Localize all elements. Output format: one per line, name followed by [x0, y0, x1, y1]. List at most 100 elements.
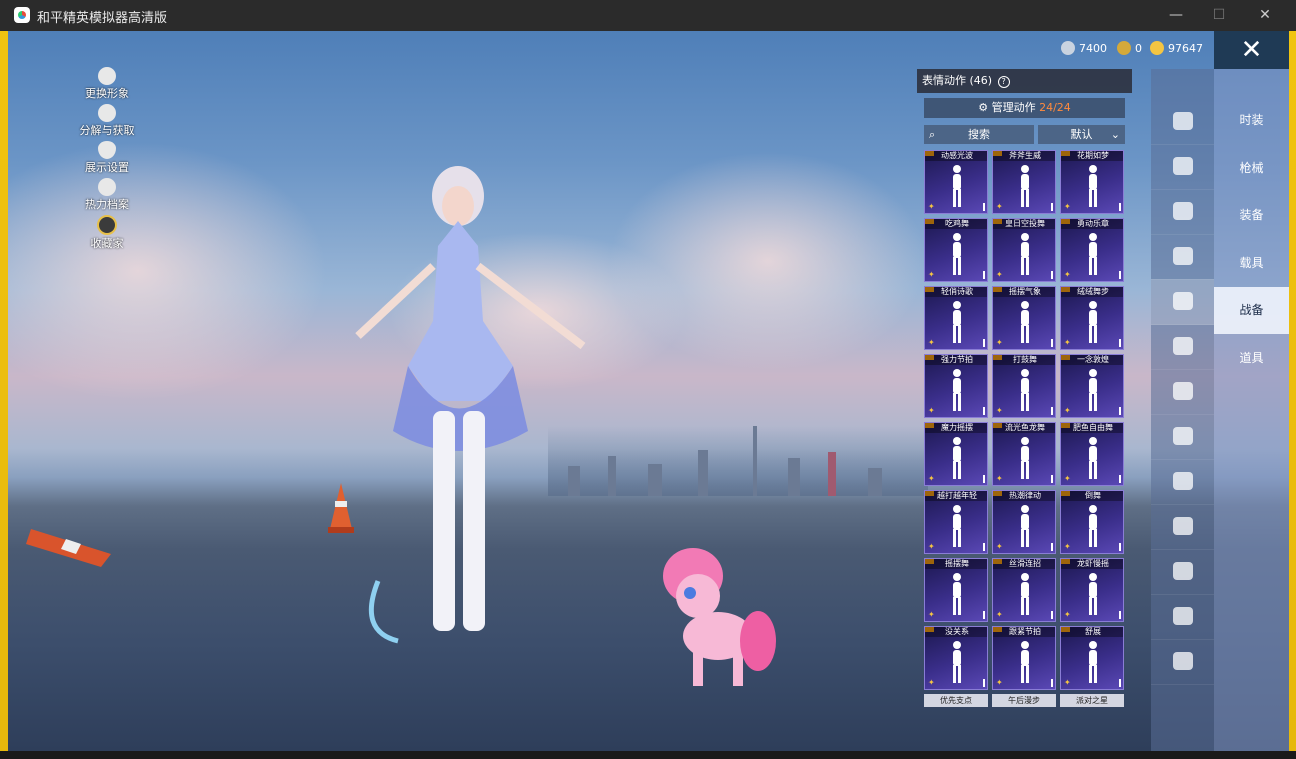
emote-card[interactable]: 倒舞 ✦	[1060, 490, 1124, 554]
heat-archive-button[interactable]: 热力档案	[68, 178, 146, 212]
emote-name: 流光鱼龙舞	[993, 423, 1055, 433]
emote-name: 吃鸡舞	[925, 219, 987, 229]
emote-bottom-label[interactable]: 优先支点	[924, 694, 988, 707]
emote-card[interactable]: 丝滑连招 ✦	[992, 558, 1056, 622]
rail-item[interactable]	[1151, 99, 1214, 145]
slot-indicator	[1119, 339, 1121, 347]
app-logo-icon	[14, 7, 30, 23]
rail-item[interactable]	[1151, 189, 1214, 235]
category-tab[interactable]: 枪械	[1214, 145, 1289, 192]
flame-icon	[98, 178, 116, 196]
slot-indicator	[1051, 271, 1053, 279]
close-panel-button[interactable]: ✕	[1214, 31, 1289, 69]
left-menu-label: 收藏家	[90, 237, 124, 250]
rail-item[interactable]	[1151, 144, 1214, 190]
emote-card[interactable]: 绒绒舞步 ✦	[1060, 286, 1124, 350]
emote-card[interactable]: 热潮律动 ✦	[992, 490, 1056, 554]
emote-card[interactable]: 龙虾慢摇 ✦	[1060, 558, 1124, 622]
plane-icon	[1173, 247, 1193, 265]
emote-name: 丝滑连招	[993, 559, 1055, 569]
maximize-button[interactable]: ☐	[1205, 4, 1233, 26]
panel-title: 表情动作 (46)	[922, 74, 993, 87]
slot-indicator	[1051, 203, 1053, 211]
minimize-button[interactable]: —	[1162, 4, 1190, 26]
emote-name: 斧斧生威	[993, 151, 1055, 161]
slot-indicator	[1051, 475, 1053, 483]
category-tab[interactable]: 道具	[1214, 335, 1289, 382]
star-icon: ✦	[996, 678, 1003, 687]
rail-item[interactable]	[1151, 414, 1214, 460]
emote-card[interactable]: 斧斧生威 ✦	[992, 150, 1056, 214]
slot-indicator	[983, 203, 985, 211]
slot-indicator	[983, 271, 985, 279]
dancer-silhouette-icon	[953, 437, 961, 479]
rail-item[interactable]	[1151, 279, 1214, 325]
display-settings-button[interactable]: 展示设置	[68, 141, 146, 175]
emote-card[interactable]: 轻俏诗歌 ✦	[924, 286, 988, 350]
collector-badge-icon	[97, 215, 117, 235]
emote-card[interactable]: 摇摆气象 ✦	[992, 286, 1056, 350]
category-tab[interactable]: 载具	[1214, 240, 1289, 287]
emote-card[interactable]: 跟紧节拍 ✦	[992, 626, 1056, 690]
emote-card[interactable]: 流光鱼龙舞 ✦	[992, 422, 1056, 486]
change-avatar-button[interactable]: 更换形象	[68, 67, 146, 101]
slot-indicator	[1119, 475, 1121, 483]
emote-card[interactable]: 打鼓舞 ✦	[992, 354, 1056, 418]
help-icon[interactable]: ?	[997, 76, 1010, 88]
slot-indicator	[1051, 543, 1053, 551]
rail-item[interactable]	[1151, 234, 1214, 280]
sort-dropdown[interactable]: 默认 ⌄	[1038, 125, 1125, 144]
rail-item[interactable]	[1151, 594, 1214, 640]
collector-button[interactable]: 收藏家	[68, 215, 146, 251]
close-window-button[interactable]: ✕	[1251, 4, 1279, 26]
emote-card[interactable]: 越打越年轻 ✦	[924, 490, 988, 554]
emote-name: 魔力摇摆	[925, 423, 987, 433]
rail-item[interactable]	[1151, 549, 1214, 595]
rail-item[interactable]	[1151, 324, 1214, 370]
emote-card[interactable]: 没关系 ✦	[924, 626, 988, 690]
category-tab[interactable]: 时装	[1214, 97, 1289, 144]
manage-emotes-button[interactable]: ⚙ 管理动作 24/24	[924, 98, 1125, 118]
emote-bottom-label[interactable]: 午后漫步	[992, 694, 1056, 707]
emote-card[interactable]: 强力节拍 ✦	[924, 354, 988, 418]
manage-label: 管理动作	[991, 101, 1036, 114]
emote-card[interactable]: 魔力摇摆 ✦	[924, 422, 988, 486]
rail-item[interactable]	[1151, 504, 1214, 550]
slot-indicator	[1119, 679, 1121, 687]
emote-card[interactable]: 勇动乐章 ✦	[1060, 218, 1124, 282]
category-tab[interactable]: 装备	[1214, 192, 1289, 239]
rail-item[interactable]	[1151, 369, 1214, 415]
rail-item[interactable]	[1151, 459, 1214, 505]
character-model	[355, 166, 586, 644]
emote-card[interactable]: 花期如梦 ✦	[1060, 150, 1124, 214]
currency-value: 97647	[1168, 41, 1203, 55]
dancer-silhouette-icon	[1021, 573, 1029, 615]
emote-bottom-label[interactable]: 派对之星	[1060, 694, 1124, 707]
emote-name: 舒展	[1061, 627, 1123, 637]
slot-indicator	[1119, 407, 1121, 415]
emote-card[interactable]: 肥鱼自由舞 ✦	[1060, 422, 1124, 486]
star-icon: ✦	[996, 406, 1003, 415]
emote-card[interactable]: 舒展 ✦	[1060, 626, 1124, 690]
slot-indicator	[1119, 611, 1121, 619]
emote-card[interactable]: 吃鸡舞 ✦	[924, 218, 988, 282]
city-skyline	[548, 426, 928, 496]
emote-card[interactable]: 皇日空投舞 ✦	[992, 218, 1056, 282]
emote-name: 一念敦煌	[1061, 355, 1123, 365]
currency-gold: 0	[1117, 41, 1142, 55]
emote-card[interactable]: 摇摆舞 ✦	[924, 558, 988, 622]
emote-name: 跟紧节拍	[993, 627, 1055, 637]
emote-card[interactable]: 动感光波 ✦	[924, 150, 988, 214]
emote-name: 勇动乐章	[1061, 219, 1123, 229]
star-icon: ✦	[928, 406, 935, 415]
category-tab[interactable]: 战备	[1214, 287, 1289, 334]
rail-item[interactable]	[1151, 639, 1214, 685]
search-button[interactable]: ⌕ 搜索	[924, 125, 1034, 144]
emote-card[interactable]: 一念敦煌 ✦	[1060, 354, 1124, 418]
hand-icon	[1173, 562, 1193, 580]
decompose-obtain-button[interactable]: 分解与获取	[68, 104, 146, 138]
parachute-icon	[1173, 112, 1193, 130]
dancer-silhouette-icon	[953, 369, 961, 411]
slot-indicator	[983, 407, 985, 415]
slot-indicator	[1119, 203, 1121, 211]
